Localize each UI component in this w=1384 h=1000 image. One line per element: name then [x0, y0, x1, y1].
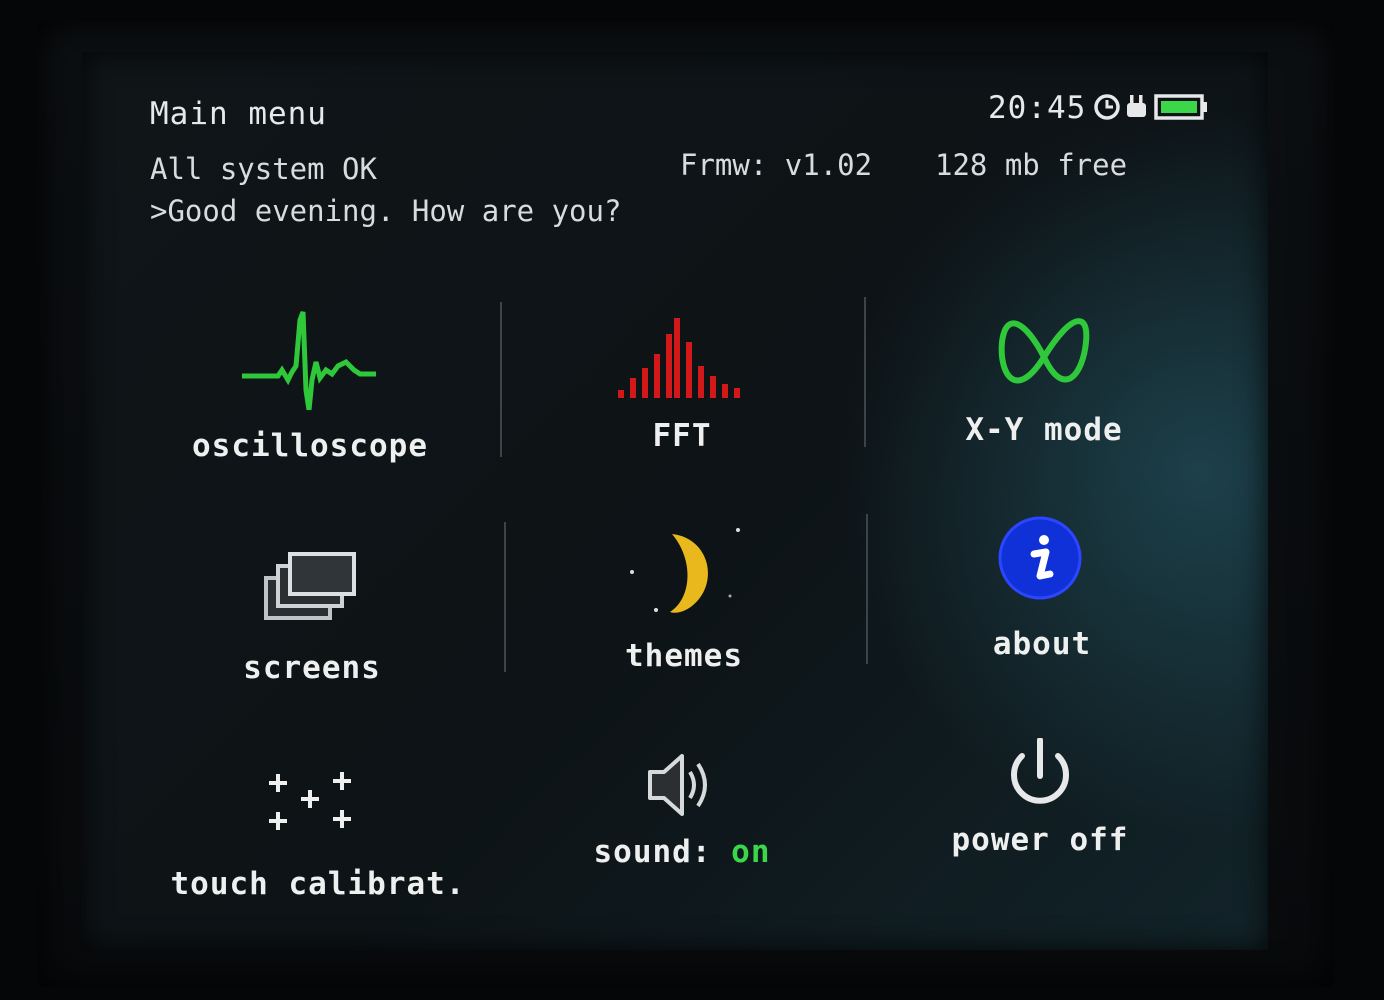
moon-icon	[630, 528, 740, 613]
crosshairs-icon	[269, 772, 351, 830]
stacked-screens-icon	[264, 552, 356, 620]
xy-mode-label: X-Y mode	[965, 412, 1123, 448]
touch-calibrate-label: touch calibrat.	[170, 866, 466, 902]
sound-toggle-button[interactable]: sound: on	[532, 742, 832, 932]
sound-label-text: sound:	[593, 834, 732, 870]
main-menu-screen: Main menu 20:45 All system OK >Good even…	[82, 52, 1268, 950]
column-divider	[864, 297, 866, 447]
battery-icon	[1154, 94, 1207, 120]
firmware-version: Frmw: v1.02	[680, 148, 873, 182]
about-label: about	[992, 626, 1092, 662]
screens-button[interactable]: screens	[162, 540, 462, 730]
plug-icon	[1127, 95, 1146, 117]
about-button[interactable]: about	[892, 514, 1192, 704]
clock: 20:45	[988, 90, 1087, 126]
waveform-icon	[242, 311, 376, 410]
screens-label: screens	[243, 650, 381, 686]
page-title: Main menu	[150, 96, 327, 132]
fft-button[interactable]: FFT	[532, 314, 832, 504]
column-divider	[500, 302, 502, 457]
themes-label: themes	[625, 638, 743, 674]
spectrum-bars-icon	[618, 318, 740, 398]
xy-mode-button[interactable]: X-Y mode	[894, 302, 1194, 492]
column-divider	[504, 522, 506, 672]
power-off-label: power off	[951, 822, 1129, 858]
sound-label: sound: on	[532, 834, 832, 870]
system-status: All system OK	[150, 152, 377, 186]
alarm-icon	[1094, 94, 1120, 120]
greeting-message: >Good evening. How are you?	[150, 194, 622, 228]
lissajous-icon	[998, 318, 1090, 384]
column-divider	[866, 514, 868, 664]
oscilloscope-button[interactable]: oscilloscope	[160, 300, 460, 490]
info-icon	[998, 516, 1082, 600]
fft-label: FFT	[652, 418, 712, 454]
touch-calibrate-button[interactable]: touch calibrat.	[168, 762, 468, 952]
sound-state: on	[731, 834, 771, 870]
themes-button[interactable]: themes	[534, 524, 834, 714]
free-memory: 128 mb free	[935, 148, 1128, 182]
oscilloscope-label: oscilloscope	[192, 428, 428, 464]
power-off-button[interactable]: power off	[890, 738, 1190, 928]
status-icons	[1094, 94, 1207, 120]
